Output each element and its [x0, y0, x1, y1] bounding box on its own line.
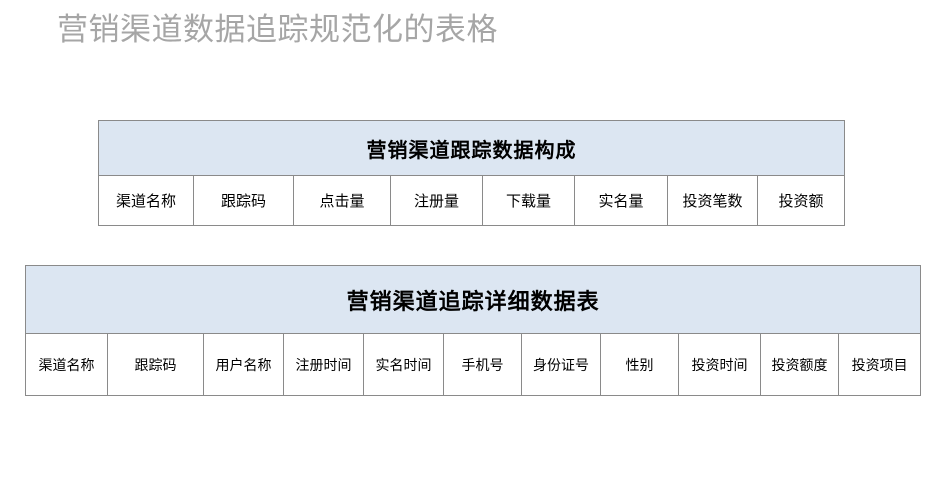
column-header-id-number: 身份证号 — [521, 333, 601, 396]
column-header-gender: 性别 — [600, 333, 679, 396]
column-header-download-count: 下载量 — [482, 175, 575, 226]
table-caption-channel-composition: 营销渠道跟踪数据构成 — [98, 120, 845, 176]
column-header-click-count: 点击量 — [293, 175, 391, 226]
table-header-row: 渠道名称 跟踪码 点击量 注册量 下载量 实名量 投资笔数 投资额 — [98, 175, 845, 226]
table-channel-composition: 营销渠道跟踪数据构成 渠道名称 跟踪码 点击量 注册量 下载量 实名量 投资笔数… — [98, 120, 845, 226]
table-caption-channel-detail: 营销渠道追踪详细数据表 — [24, 265, 922, 334]
column-header-verified-count: 实名量 — [574, 175, 668, 226]
column-header-investment-project: 投资项目 — [837, 333, 922, 396]
column-header-verify-time: 实名时间 — [363, 333, 444, 396]
table-header-row: 渠道名称 跟踪码 用户名称 注册时间 实名时间 手机号 身份证号 性别 投资时间… — [25, 333, 922, 396]
column-header-register-count: 注册量 — [390, 175, 483, 226]
column-header-register-time: 注册时间 — [283, 333, 364, 396]
table-caption-row: 营销渠道跟踪数据构成 — [98, 120, 845, 176]
column-header-tracking-code: 跟踪码 — [193, 175, 294, 226]
table-caption-row: 营销渠道追踪详细数据表 — [24, 265, 922, 334]
column-header-tracking-code: 跟踪码 — [107, 333, 204, 396]
column-header-investment-count: 投资笔数 — [667, 175, 758, 226]
column-header-investment-quota: 投资额度 — [760, 333, 839, 396]
page-title: 营销渠道数据追踪规范化的表格 — [57, 12, 498, 47]
column-header-channel-name: 渠道名称 — [25, 333, 108, 396]
column-header-channel-name: 渠道名称 — [98, 175, 194, 226]
column-header-user-name: 用户名称 — [203, 333, 284, 396]
column-header-phone-number: 手机号 — [443, 333, 522, 396]
column-header-investment-time: 投资时间 — [678, 333, 761, 396]
column-header-investment-amount: 投资额 — [757, 175, 845, 226]
table-channel-detail: 营销渠道追踪详细数据表 渠道名称 跟踪码 用户名称 注册时间 实名时间 手机号 … — [24, 265, 922, 396]
